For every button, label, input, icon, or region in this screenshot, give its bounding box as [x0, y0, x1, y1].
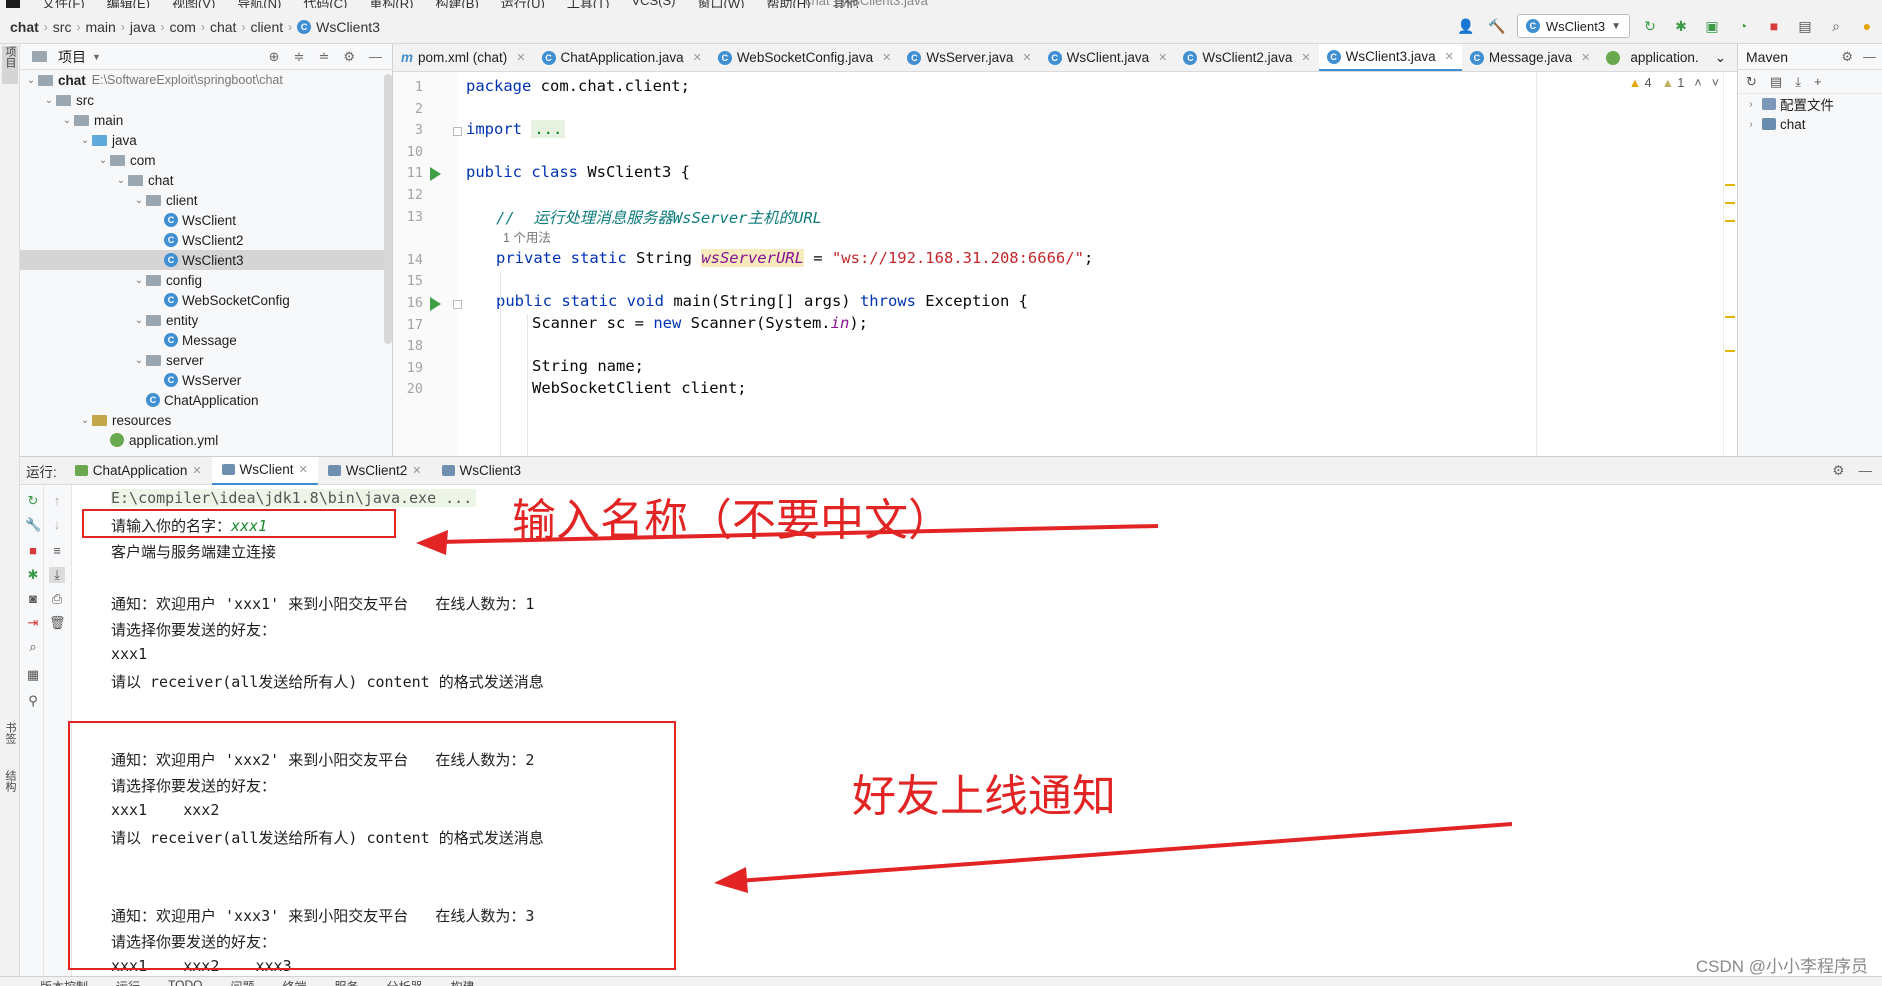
bottom-tool-button[interactable]: 分析器 [387, 978, 423, 986]
bottom-tool-button[interactable]: 运行 [116, 978, 140, 986]
bottom-tool-button[interactable]: TODO [168, 978, 202, 986]
annotation-arrow-line [737, 822, 1513, 883]
annotation-arrowhead [416, 530, 448, 555]
annotation-arrowhead [714, 867, 748, 893]
bottom-tool-button[interactable]: 版本控制 [40, 978, 88, 986]
bottom-tool-button[interactable]: 构建 [451, 978, 475, 986]
watermark: CSDN @小小李程序员 [1695, 957, 1868, 976]
bottom-tool-button[interactable]: 问题 [230, 978, 254, 986]
bottom-tool-strip: 版本控制 运行 TODO 问题 终端 服务 分析器 构建 [0, 976, 1882, 986]
annotation-arrows [416, 524, 1513, 893]
annotation-arrow-line [437, 524, 1159, 544]
bottom-tool-button[interactable]: 终端 [283, 978, 307, 986]
bottom-tool-button[interactable]: 服务 [335, 978, 359, 986]
